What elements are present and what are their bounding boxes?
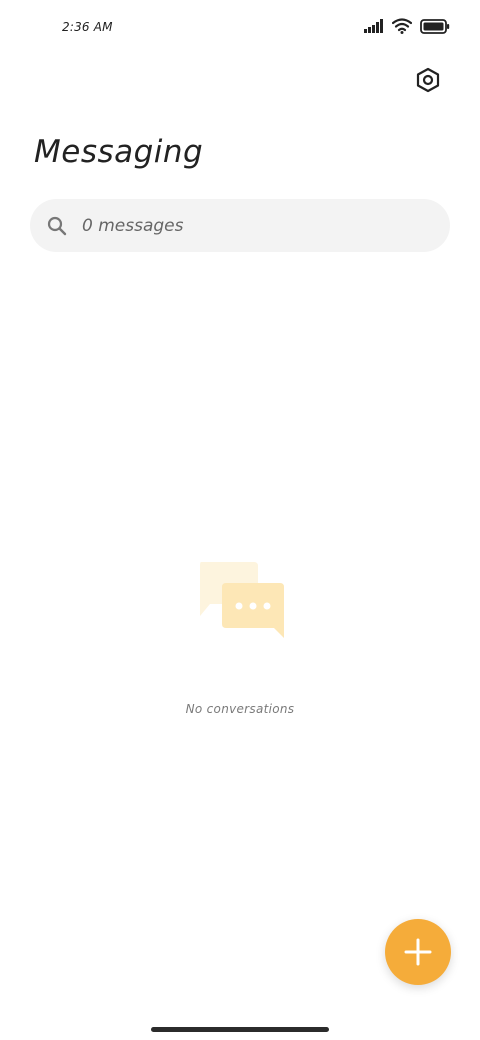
page-title: Messaging bbox=[34, 134, 204, 170]
new-conversation-button[interactable] bbox=[385, 919, 451, 985]
chat-bubbles-icon bbox=[196, 560, 286, 640]
status-bar: 2:36 AM bbox=[0, 0, 480, 56]
settings-hexagon-icon bbox=[416, 67, 440, 93]
settings-button[interactable] bbox=[410, 62, 446, 98]
search-input[interactable] bbox=[80, 214, 404, 237]
search-bar[interactable] bbox=[30, 199, 450, 252]
search-icon bbox=[46, 215, 68, 237]
empty-state-text: No conversations bbox=[185, 702, 295, 716]
status-icons bbox=[364, 18, 450, 34]
battery-icon bbox=[420, 18, 450, 34]
home-indicator[interactable] bbox=[151, 1027, 329, 1032]
status-time: 2:36 AM bbox=[62, 20, 113, 34]
wifi-icon bbox=[392, 18, 412, 34]
signal-icon bbox=[364, 19, 383, 33]
plus-icon bbox=[404, 938, 432, 966]
